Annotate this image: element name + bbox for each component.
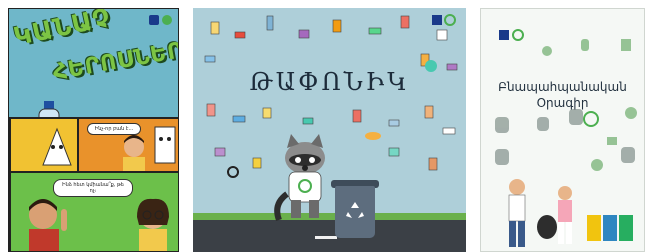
cover-title: ԹԱՓՈՆԻԿ: [249, 68, 410, 96]
comic-panel-1: [9, 117, 79, 173]
raccoon-mascot-icon: [274, 134, 325, 222]
book-cover-raccoon[interactable]: ԹԱՓՈՆԻԿ: [193, 8, 466, 252]
tissue-character-icon: [154, 126, 176, 164]
road-marking: [315, 236, 337, 239]
book-cover-eco-diary[interactable]: Բնապահպանական Օրագիր: [480, 8, 645, 252]
bottle-character-icon: [42, 127, 72, 166]
recycle-icon: [346, 202, 364, 218]
cover-title-line1: Բնապահպանական: [498, 80, 627, 94]
cover-title: Բնապահպանական Օրագիր: [481, 79, 644, 111]
girl-character-icon: [137, 198, 169, 251]
recycling-bin: [335, 186, 375, 238]
cover-title-line2: Օրագիր: [536, 96, 589, 110]
kids-recycling-illustration: [508, 179, 633, 247]
boy-character-icon: [123, 135, 145, 171]
cover-title-line2: ՀԵՐՈՍՆԵՐԸ: [51, 35, 179, 86]
comic-panel-3: Ինձ հետ կմիանա՞ք, թե ոչ։: [9, 171, 178, 251]
cover-title-line1: ԿԱՆԱՉ: [11, 8, 114, 52]
boy-waving-icon: [29, 199, 67, 251]
book-cover-comic[interactable]: ԿԱՆԱՉ ՀԵՐՈՍՆԵՐԸ Ինչ-որ բան է... Ինձ հետ …: [8, 8, 179, 252]
publisher-logo: [149, 15, 172, 25]
comic-panel-2: Ինչ-որ բան է...: [77, 117, 178, 173]
